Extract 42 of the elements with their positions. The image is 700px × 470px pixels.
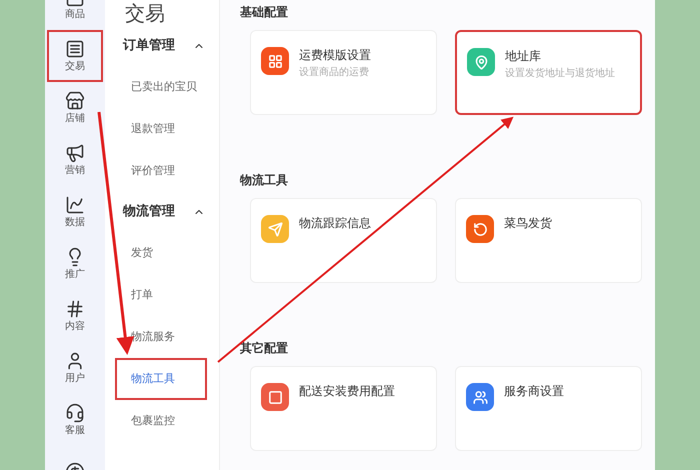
store-icon bbox=[65, 91, 85, 111]
menu-item[interactable]: 退款管理 bbox=[115, 108, 207, 150]
sidebar-item[interactable]: 交易 bbox=[47, 30, 103, 82]
sidebar-item[interactable]: 店铺 bbox=[47, 82, 103, 134]
menu-item[interactable]: 评价管理 bbox=[115, 150, 207, 192]
settings-card[interactable]: 配送安装费用配置 bbox=[250, 366, 437, 451]
card-subtitle: 设置发货地址与退货地址 bbox=[505, 67, 615, 80]
headset-icon bbox=[65, 403, 85, 423]
card-title: 运费模版设置 bbox=[299, 47, 371, 63]
menu-item[interactable]: 打单 bbox=[115, 274, 207, 316]
card-title: 菜鸟发货 bbox=[504, 215, 552, 231]
menu-item[interactable]: 发货 bbox=[115, 232, 207, 274]
sidebar-item[interactable]: 商品 bbox=[47, 0, 103, 30]
chart-icon bbox=[65, 195, 85, 215]
settings-card[interactable]: 运费模版设置 设置商品的运费 bbox=[250, 30, 437, 115]
menu-item[interactable]: 已卖出的宝贝 bbox=[115, 66, 207, 108]
card-title: 物流跟踪信息 bbox=[299, 215, 371, 231]
sidebar-item[interactable]: 营销 bbox=[47, 134, 103, 186]
menu-item[interactable]: 物流工具 bbox=[115, 358, 207, 400]
settings-card[interactable]: 地址库 设置发货地址与退货地址 bbox=[455, 30, 642, 115]
menu-group-header[interactable]: 订单管理 bbox=[123, 26, 219, 66]
card-title: 配送安装费用配置 bbox=[299, 383, 395, 399]
section-title: 物流工具 bbox=[240, 172, 289, 189]
megaphone-icon bbox=[65, 143, 85, 163]
section-title: 其它配置 bbox=[240, 340, 289, 357]
card-title: 地址库 bbox=[505, 48, 542, 64]
card-title: 服务商设置 bbox=[504, 383, 564, 399]
menu-item[interactable]: 包裹监控 bbox=[115, 400, 207, 442]
sidebar-item[interactable]: 内容 bbox=[47, 290, 103, 342]
sidebar-item[interactable]: 数据 bbox=[47, 186, 103, 238]
submenu-title: 交易 bbox=[124, 0, 166, 26]
card-subtitle: 设置商品的运费 bbox=[299, 66, 370, 79]
document-icon bbox=[65, 39, 85, 59]
menu-group-header[interactable]: 物流管理 bbox=[123, 192, 219, 232]
settings-card[interactable]: 服务商设置 bbox=[455, 366, 642, 451]
settings-card[interactable]: 物流跟踪信息 bbox=[250, 198, 437, 283]
sidebar-item[interactable]: 客服 bbox=[47, 394, 103, 446]
hash-icon bbox=[65, 299, 85, 319]
section-title: 基础配置 bbox=[240, 4, 289, 21]
sidebar-item[interactable]: 推广 bbox=[47, 238, 103, 290]
settings-card[interactable]: 菜鸟发货 bbox=[455, 198, 642, 283]
sidebar-item[interactable]: 用户 bbox=[47, 342, 103, 394]
